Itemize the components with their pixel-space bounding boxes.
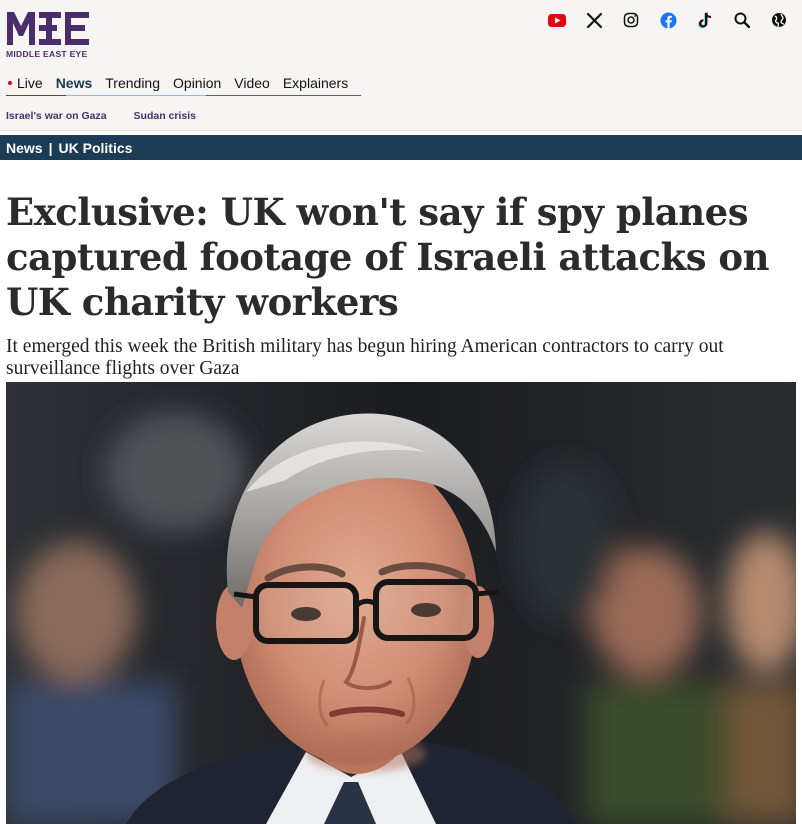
breadcrumb-separator: | — [48, 139, 53, 156]
nav-item-video[interactable]: Video — [234, 75, 270, 91]
site-header: MIDDLE EAST EYE Live News Trending Opini… — [0, 0, 802, 131]
article-standfirst: It emerged this week the British militar… — [6, 336, 724, 379]
nav-item-news[interactable]: News — [56, 75, 93, 91]
search-icon[interactable] — [731, 9, 753, 31]
nav-item-explainers[interactable]: Explainers — [283, 75, 348, 91]
facebook-icon[interactable] — [657, 9, 679, 31]
live-indicator — [8, 81, 12, 85]
nav-item-opinion[interactable]: Opinion — [173, 75, 221, 91]
article-hero-image — [6, 382, 796, 824]
logo-mark — [6, 10, 96, 46]
nav-item-trending[interactable]: Trending — [105, 75, 160, 91]
logo-tagline: MIDDLE EAST EYE — [6, 49, 88, 59]
portrait-photo — [6, 382, 796, 824]
section-breadcrumb: News | UK Politics — [0, 135, 802, 160]
article-headline: Exclusive: UK won't say if spy planes ca… — [6, 190, 770, 324]
nav-item-label: Live — [17, 75, 43, 91]
mee-logo-icon — [7, 12, 89, 45]
social-links — [531, 9, 790, 31]
x-icon[interactable] — [583, 9, 605, 31]
breadcrumb-section[interactable]: News — [6, 140, 43, 156]
youtube-icon[interactable] — [546, 9, 568, 31]
topic-nav: Israel's war on Gaza Sudan crisis — [6, 110, 223, 122]
breadcrumb-subsection[interactable]: UK Politics — [59, 140, 133, 156]
nav-item-live[interactable]: Live — [6, 75, 43, 91]
instagram-icon[interactable] — [620, 9, 642, 31]
globe-icon[interactable] — [768, 9, 790, 31]
tiktok-icon[interactable] — [694, 9, 716, 31]
topic-link-gaza[interactable]: Israel's war on Gaza — [6, 110, 107, 122]
topic-link-sudan[interactable]: Sudan crisis — [134, 110, 196, 122]
site-logo[interactable]: MIDDLE EAST EYE — [6, 10, 96, 60]
main-nav: Live News Trending Opinion Video Explain… — [6, 72, 362, 97]
